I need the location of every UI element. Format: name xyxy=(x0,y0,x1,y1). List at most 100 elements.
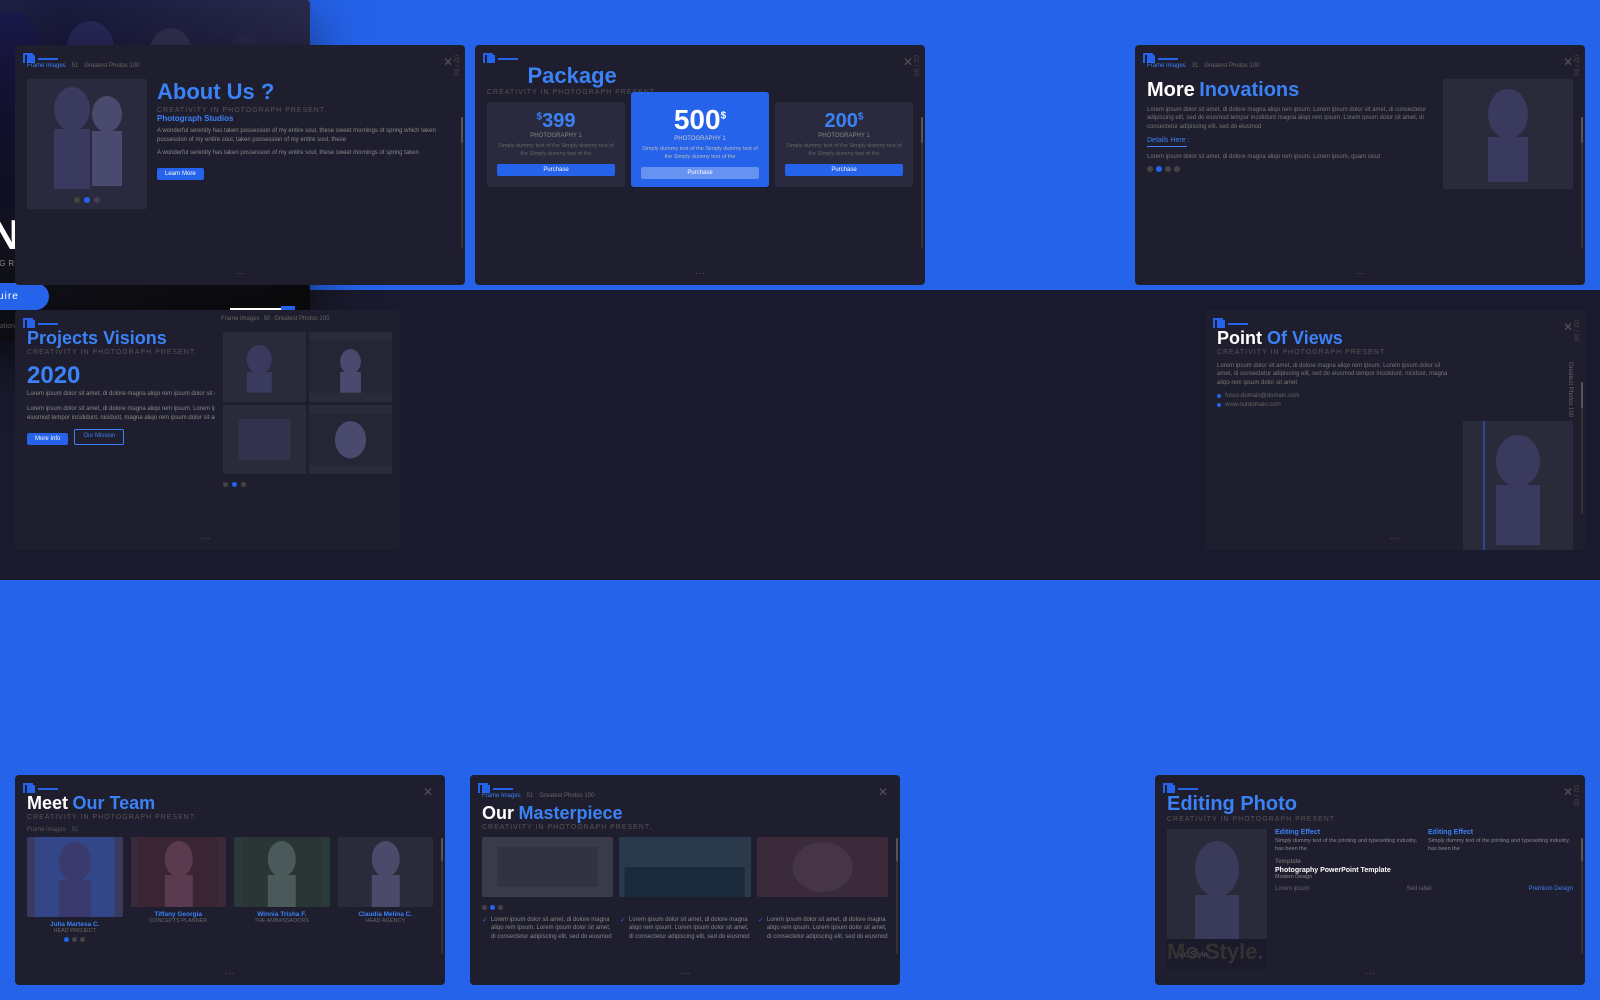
pov-frame-label: Greatest Photos 100 xyxy=(1463,362,1573,417)
about-body1: A wonderful serenity has taken possessio… xyxy=(157,127,453,145)
pkg-desc-1: Simply dummy text of the Simply dummy te… xyxy=(497,143,615,158)
slide-pov-header: Point Of Views CREATIVITY IN PHOTOGRAPH … xyxy=(1205,310,1585,362)
mark-line xyxy=(493,788,513,790)
three-dots: ··· xyxy=(1365,968,1375,979)
template-name: Photography PowerPoint Template xyxy=(1275,867,1573,874)
dot-1 xyxy=(74,197,80,203)
learn-more-btn[interactable]: Learn More xyxy=(157,168,204,180)
team-subtitle: CREATIVITY IN PHOTOGRAPH PRESENT. xyxy=(27,814,197,821)
slide-num-editing: 02 / 00 xyxy=(1572,785,1579,806)
innov-dots xyxy=(1147,166,1433,172)
col1-text: Lorem ipsum dolor sit amet, di dolore ma… xyxy=(491,916,612,941)
editing-col-1: Editing Effect Simply dummy text of the … xyxy=(1275,829,1420,853)
about-image xyxy=(27,79,147,209)
about-photo-svg xyxy=(27,79,147,209)
col3-text: Lorem ipsum dolor sit amet, di dolore ma… xyxy=(767,916,888,941)
pov-text: Lorem ipsum dolor sit amet, di dolore ma… xyxy=(1217,362,1453,550)
corner-accent-tl xyxy=(23,783,33,793)
slide-team-header: Meet Our Team CREATIVITY IN PHOTOGRAPH P… xyxy=(15,775,445,827)
frame-label: Frame Images 51 Greatest Photos 100 xyxy=(27,63,139,69)
projects-subtitle: CREATIVITY IN PHOTOGRAPH PRESENT. xyxy=(27,349,197,356)
template-label: Template xyxy=(1275,859,1573,865)
package-title: Package xyxy=(487,63,657,89)
masterpiece-cols: ✓ Lorem ipsum dolor sit amet, di dolore … xyxy=(482,916,888,943)
editing-watermark: Mo Style. xyxy=(1167,939,1264,965)
pov-email: focus.domain@domain.com xyxy=(1225,393,1299,399)
more-info-btn[interactable]: More Info xyxy=(27,433,68,445)
pov-email-line: focus.domain@domain.com xyxy=(1217,393,1453,399)
our-mission-btn[interactable]: Our Mission xyxy=(74,429,124,445)
pkg-btn-1[interactable]: Purchase xyxy=(497,164,615,176)
frame-label: Frame Images 31 Greatest Photos 100 xyxy=(1147,63,1259,69)
innov-line xyxy=(1147,146,1187,147)
snav-1 xyxy=(223,482,228,487)
frame-img-2 xyxy=(309,332,392,402)
slide-mark xyxy=(27,320,197,328)
pkg-card-1: $399 PHOTOGRAPHY 1 Simply dummy text of … xyxy=(487,102,625,187)
scroll-bar xyxy=(896,838,898,954)
frame-svg-1 xyxy=(223,332,306,402)
scroll-thumb xyxy=(1581,382,1583,408)
snav-1 xyxy=(482,905,487,910)
check-icon: ✓ xyxy=(758,916,764,924)
slide-editing: Editing Photo CREATIVITY IN PHOTOGRAPH P… xyxy=(1155,775,1585,985)
about-text: About Us ? CREATIVITY IN PHOTOGRAPH PRES… xyxy=(157,79,453,209)
slide-num-about: 02 / 00 xyxy=(452,55,459,76)
mpiece-svg-2 xyxy=(619,837,750,897)
member-name-2: Tiffany Georgia xyxy=(131,911,227,918)
effect1-title: Editing Effect xyxy=(1275,829,1420,836)
pkg-desc-featured: Simply dummy text of the Simply dummy te… xyxy=(641,146,759,161)
pov-dot xyxy=(1217,403,1221,407)
member-photo-4 xyxy=(338,837,434,907)
masterpiece-img-3 xyxy=(757,837,888,897)
pov-contact: focus.domain@domain.com www.ourdomain.co… xyxy=(1217,393,1453,408)
frame-img-4 xyxy=(309,405,392,475)
effect2-desc: Simply dummy text of the printing and ty… xyxy=(1428,838,1573,853)
slide-team: Meet Our Team CREATIVITY IN PHOTOGRAPH P… xyxy=(15,775,445,985)
fi-greatest: Greatest Photos 100 xyxy=(274,316,329,322)
inquire-btn[interactable]: Inquire xyxy=(0,283,49,310)
pkg-btn-3[interactable]: Purchase xyxy=(785,164,903,176)
member-svg-4 xyxy=(338,837,434,907)
slide-mark xyxy=(482,785,652,793)
team-member-1: Julia Martesa C. HEAD PROJECT xyxy=(27,837,123,942)
snav-3 xyxy=(498,905,503,910)
slide-masterpiece-header: Frame Images 51 Greatest Photos 100 Our … xyxy=(470,775,900,837)
about-title: About Us ? xyxy=(157,79,453,105)
effect1-desc: Simply dummy text of the printing and ty… xyxy=(1275,838,1420,853)
about-dots xyxy=(74,197,100,203)
scroll-bar xyxy=(1581,382,1583,514)
mpiece-svg-3 xyxy=(757,837,888,897)
member-svg-2 xyxy=(131,837,227,907)
dot-2 xyxy=(84,197,90,203)
innov-details-label: Details Here : xyxy=(1147,137,1433,144)
frame-images-header: Frame Images 50 Greatest Photos 100 xyxy=(215,310,400,328)
member-name-1: Julia Martesa C. xyxy=(27,921,123,928)
corner-accent-tl xyxy=(23,53,33,63)
snav-3 xyxy=(241,482,246,487)
pov-website-line: www.ourdomain.com xyxy=(1217,402,1453,408)
pkg-btn-featured[interactable]: Purchase xyxy=(641,167,759,179)
slide-about-header: Frame Images 51 Greatest Photos 100 ✕ xyxy=(15,45,465,79)
mark-line xyxy=(1158,58,1178,60)
pkg-type-1: PHOTOGRAPHY 1 xyxy=(497,133,615,139)
three-dots: ··· xyxy=(1390,533,1400,544)
slide-mark xyxy=(487,55,657,63)
masterpiece-img-1 xyxy=(482,837,613,897)
team-frame-num: 51 xyxy=(72,827,79,833)
frame-label: Frame Images 51 Greatest Photos 100 xyxy=(482,793,652,799)
label1: Lorem ipsum xyxy=(1275,886,1310,892)
scroll-bar xyxy=(921,117,923,249)
slide-num-package: 02 / 00 xyxy=(912,55,919,76)
team-title: Meet Our Team xyxy=(27,793,197,814)
scroll-thumb xyxy=(1581,838,1583,861)
frame-svg-3 xyxy=(223,405,306,475)
innov-text: More Inovations Lorem ipsum dolor sit am… xyxy=(1147,79,1433,189)
editing-title: Editing Photo xyxy=(1167,793,1337,816)
slide-close[interactable]: ✕ xyxy=(423,785,433,799)
slide-close[interactable]: ✕ xyxy=(878,785,888,799)
masterpiece-images xyxy=(482,837,888,897)
member-name-4: Claudia Melina C. xyxy=(338,911,434,918)
corner-accent-tl xyxy=(1163,783,1173,793)
team-member-3: Winnia Trisha F. THE AMBASSADORS xyxy=(234,837,330,942)
